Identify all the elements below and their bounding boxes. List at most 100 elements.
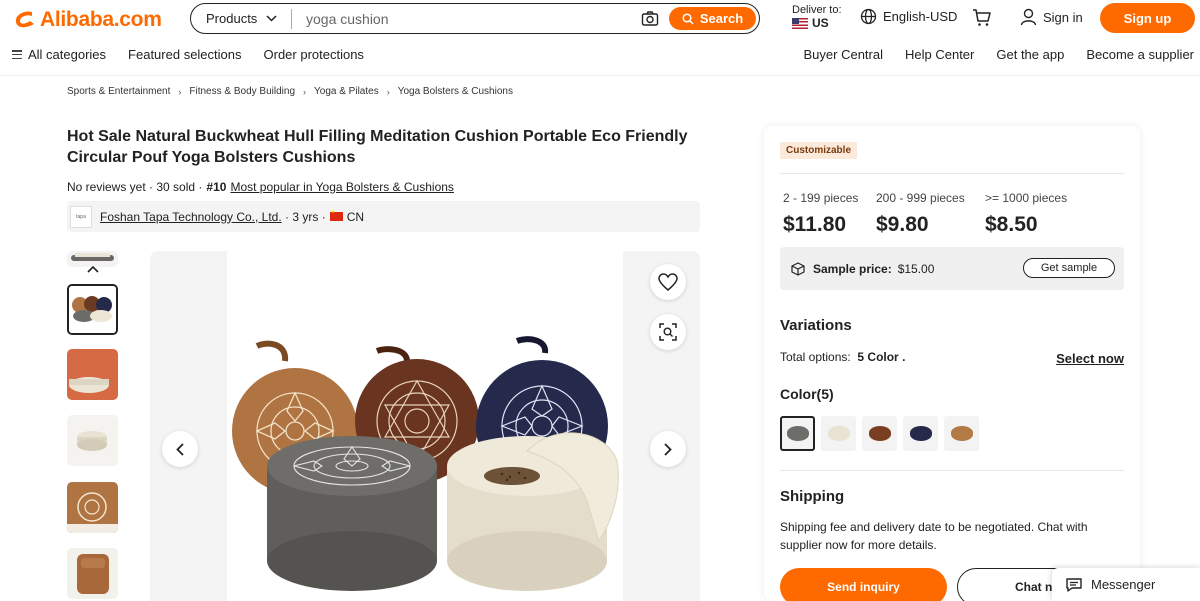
supplier-logo[interactable]: tapa bbox=[70, 205, 92, 228]
thumbnail-selected[interactable] bbox=[67, 284, 118, 335]
language-selector[interactable]: English-USD bbox=[860, 8, 957, 25]
tier-quantity: >= 1000 pieces bbox=[985, 191, 1068, 205]
tier-price: $9.80 bbox=[876, 213, 929, 236]
product-meta: No reviews yet · 30 sold · #10 Most popu… bbox=[67, 180, 454, 194]
user-icon bbox=[1020, 8, 1037, 26]
sample-price-value: $15.00 bbox=[897, 261, 935, 276]
scan-icon bbox=[659, 323, 677, 341]
tier-price: $8.50 bbox=[985, 213, 1038, 236]
cushions-illustration bbox=[232, 336, 619, 591]
supplier-bar: tapa Foshan Tapa Technology Co., Ltd. · … bbox=[67, 201, 700, 232]
chevron-up-icon[interactable] bbox=[87, 264, 99, 276]
search-icon bbox=[682, 12, 694, 25]
heart-icon bbox=[658, 273, 678, 291]
category-nav: All categories Featured selections Order… bbox=[12, 47, 386, 62]
product-title: Hot Sale Natural Buckwheat Hull Filling … bbox=[67, 128, 688, 166]
breadcrumb-item[interactable]: Yoga Bolsters & Cushions bbox=[398, 86, 513, 97]
sign-up-button[interactable]: Sign up bbox=[1100, 3, 1195, 33]
total-options: Total options: 5 Color . bbox=[780, 350, 906, 364]
favorite-button[interactable] bbox=[650, 264, 686, 300]
nav-get-the-app[interactable]: Get the app bbox=[996, 47, 1064, 62]
search-category-label: Products bbox=[206, 11, 258, 26]
sold-count: 30 sold bbox=[156, 180, 196, 194]
us-flag-icon bbox=[792, 18, 808, 29]
chevron-right-icon bbox=[664, 442, 672, 456]
get-sample-button[interactable]: Get sample bbox=[1023, 258, 1115, 278]
search-button[interactable]: Search bbox=[669, 7, 756, 30]
color-swatch[interactable] bbox=[862, 416, 897, 451]
thumbnail[interactable] bbox=[67, 548, 118, 599]
globe-icon bbox=[860, 8, 877, 25]
chevron-left-icon bbox=[176, 442, 184, 456]
supplier-name-link[interactable]: Foshan Tapa Technology Co., Ltd. bbox=[100, 210, 282, 224]
swatch-fill bbox=[868, 426, 891, 441]
rank-badge: #10 bbox=[206, 180, 227, 194]
breadcrumb-item[interactable]: Sports & Entertainment bbox=[67, 86, 170, 97]
sign-in-link[interactable]: Sign in bbox=[1020, 8, 1083, 26]
chevron-down-icon bbox=[266, 15, 277, 22]
messenger-widget[interactable]: Messenger bbox=[1052, 568, 1200, 601]
reviews-status: No reviews yet bbox=[67, 180, 146, 194]
purchase-panel: Customizable 2 - 199 pieces $11.80 200 -… bbox=[764, 126, 1140, 601]
shipping-text: Shipping fee and delivery date to be neg… bbox=[780, 520, 1088, 552]
color-swatch[interactable] bbox=[903, 416, 938, 451]
color-swatch[interactable] bbox=[780, 416, 815, 451]
supplier-years: 3 yrs bbox=[292, 209, 319, 224]
nav-help-center[interactable]: Help Center bbox=[905, 47, 974, 62]
search-input[interactable] bbox=[292, 10, 622, 27]
alibaba-logo-icon bbox=[15, 11, 34, 28]
breadcrumb-item[interactable]: Yoga & Pilates bbox=[314, 86, 379, 97]
product-photo bbox=[227, 251, 623, 601]
color-swatch[interactable] bbox=[944, 416, 979, 451]
swatch-fill bbox=[909, 426, 932, 441]
send-inquiry-button[interactable]: Send inquiry bbox=[780, 568, 947, 601]
alibaba-logo[interactable]: Alibaba.com bbox=[12, 6, 162, 34]
camera-search-icon[interactable] bbox=[641, 10, 659, 28]
brand-name: Alibaba.com bbox=[40, 8, 162, 31]
price-tier: 200 - 999 pieces $9.80 bbox=[876, 191, 965, 237]
language-label: English-USD bbox=[883, 9, 958, 24]
thumbnail[interactable] bbox=[67, 482, 118, 533]
nav-buyer-central[interactable]: Buyer Central bbox=[804, 47, 883, 62]
messenger-label: Messenger bbox=[1091, 577, 1156, 592]
menu-icon bbox=[12, 50, 22, 59]
cart-icon[interactable] bbox=[972, 8, 992, 28]
breadcrumb-item[interactable]: Fitness & Body Building bbox=[189, 86, 295, 97]
main-product-image bbox=[150, 251, 700, 601]
nav-become-supplier[interactable]: Become a supplier bbox=[1086, 47, 1194, 62]
cn-flag-icon bbox=[329, 209, 343, 221]
price-tier: >= 1000 pieces $8.50 bbox=[985, 191, 1067, 237]
price-tier: 2 - 199 pieces $11.80 bbox=[783, 191, 858, 237]
color-swatch[interactable] bbox=[821, 416, 856, 451]
nav-featured-selections[interactable]: Featured selections bbox=[128, 47, 241, 62]
tier-quantity: 2 - 199 pieces bbox=[783, 191, 859, 205]
deliver-to[interactable]: Deliver to: US bbox=[792, 4, 842, 30]
rank-category-link[interactable]: Most popular in Yoga Bolsters & Cushions bbox=[230, 180, 453, 194]
nav-order-protections[interactable]: Order protections bbox=[264, 47, 364, 62]
sample-price-box: Sample price: $15.00 Get sample bbox=[780, 247, 1124, 290]
swatch-fill bbox=[827, 426, 850, 441]
image-search-button[interactable] bbox=[650, 314, 686, 350]
thumbnail[interactable] bbox=[67, 349, 118, 400]
swatch-fill bbox=[786, 426, 809, 441]
previous-image-button[interactable] bbox=[162, 431, 198, 467]
search-category-select[interactable]: Products bbox=[191, 4, 291, 33]
nav-all-categories[interactable]: All categories bbox=[28, 47, 106, 62]
secondary-nav: Buyer Central Help Center Get the app Be… bbox=[804, 47, 1194, 62]
supplier-country: CN bbox=[346, 209, 365, 224]
tier-price: $11.80 bbox=[783, 213, 847, 236]
variations-title: Variations bbox=[780, 317, 852, 334]
sign-in-label: Sign in bbox=[1043, 9, 1083, 25]
divider bbox=[780, 470, 1124, 471]
next-image-button[interactable] bbox=[650, 431, 686, 467]
total-options-value: 5 Color bbox=[857, 350, 899, 364]
sample-price-label: Sample price: bbox=[813, 261, 892, 276]
chevron-right-icon: › bbox=[386, 86, 390, 97]
chat-bubble-icon bbox=[1066, 577, 1082, 592]
shipping-title: Shipping bbox=[780, 488, 845, 505]
thumbnail[interactable] bbox=[67, 415, 118, 466]
color-swatches bbox=[780, 416, 979, 451]
divider bbox=[780, 173, 1124, 174]
select-now-link[interactable]: Select now bbox=[1056, 351, 1124, 366]
chevron-right-icon: › bbox=[178, 86, 182, 97]
